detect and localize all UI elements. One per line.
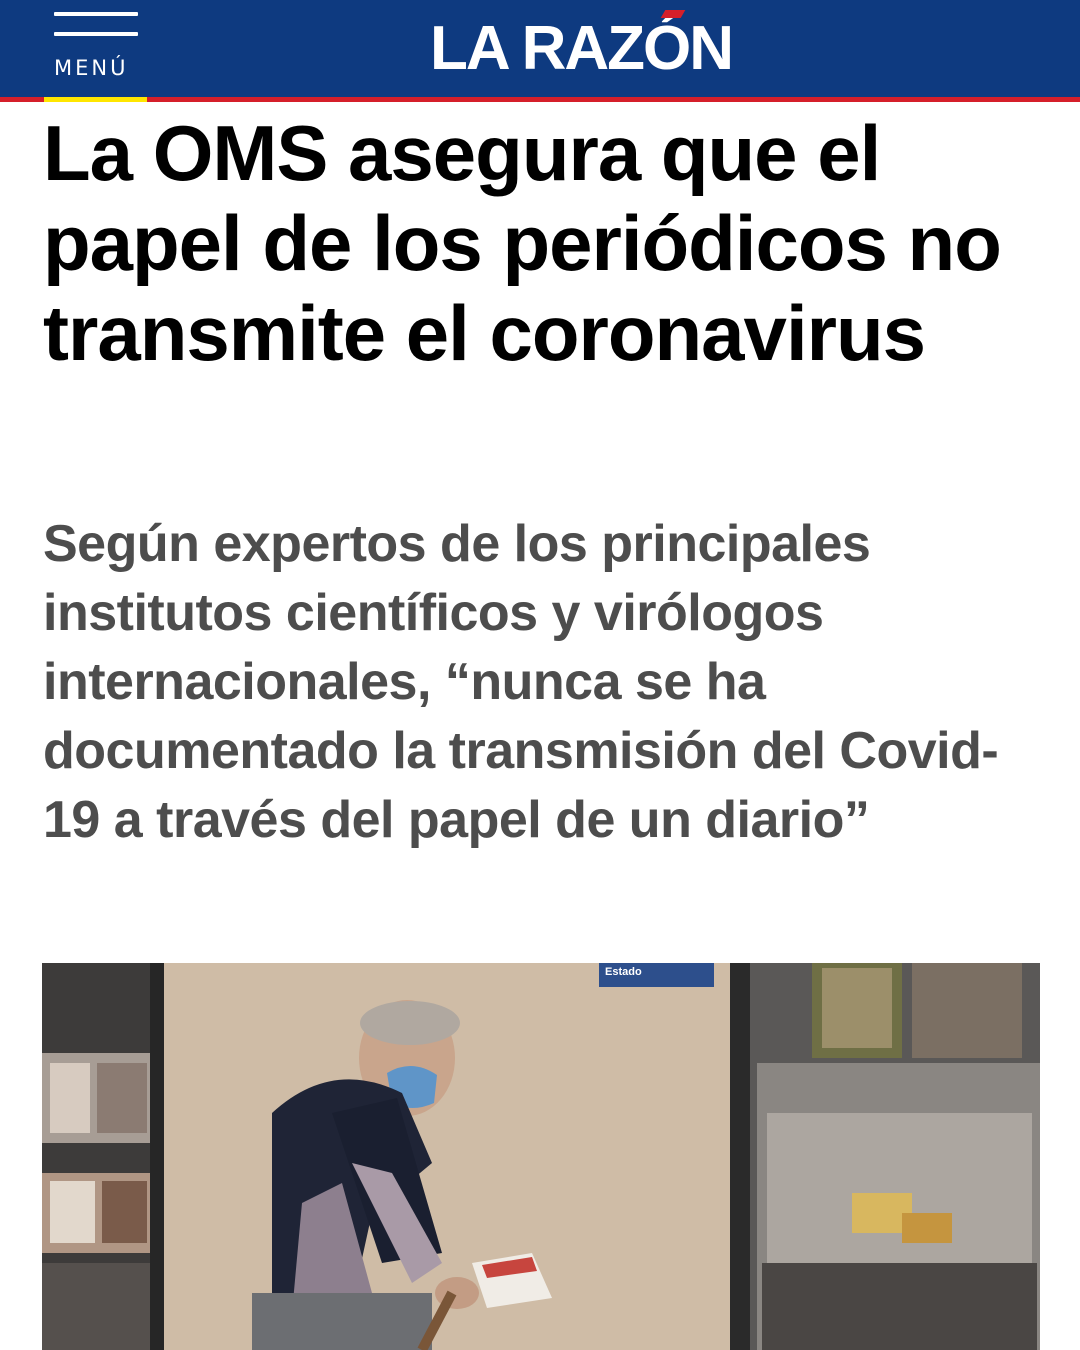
site-logo[interactable]: LA RAZÓN: [430, 14, 760, 84]
article-page: MENÚ LA RAZÓN La OMS asegura que el pape…: [0, 0, 1080, 1350]
site-header: MENÚ LA RAZÓN: [0, 0, 1080, 97]
article-subheadline: Según expertos de los principales instit…: [43, 515, 999, 849]
header-divider: [0, 97, 1080, 102]
hamburger-icon: [54, 10, 138, 40]
article-headline: La OMS asegura que el papel de los perió…: [43, 109, 1002, 377]
article-photo[interactable]: Estado: [42, 963, 1040, 1350]
street-sign-text: Estado: [605, 966, 642, 978]
menu-button[interactable]: MENÚ: [50, 10, 142, 102]
menu-label: MENÚ: [54, 56, 129, 80]
menu-active-indicator: [44, 97, 147, 102]
